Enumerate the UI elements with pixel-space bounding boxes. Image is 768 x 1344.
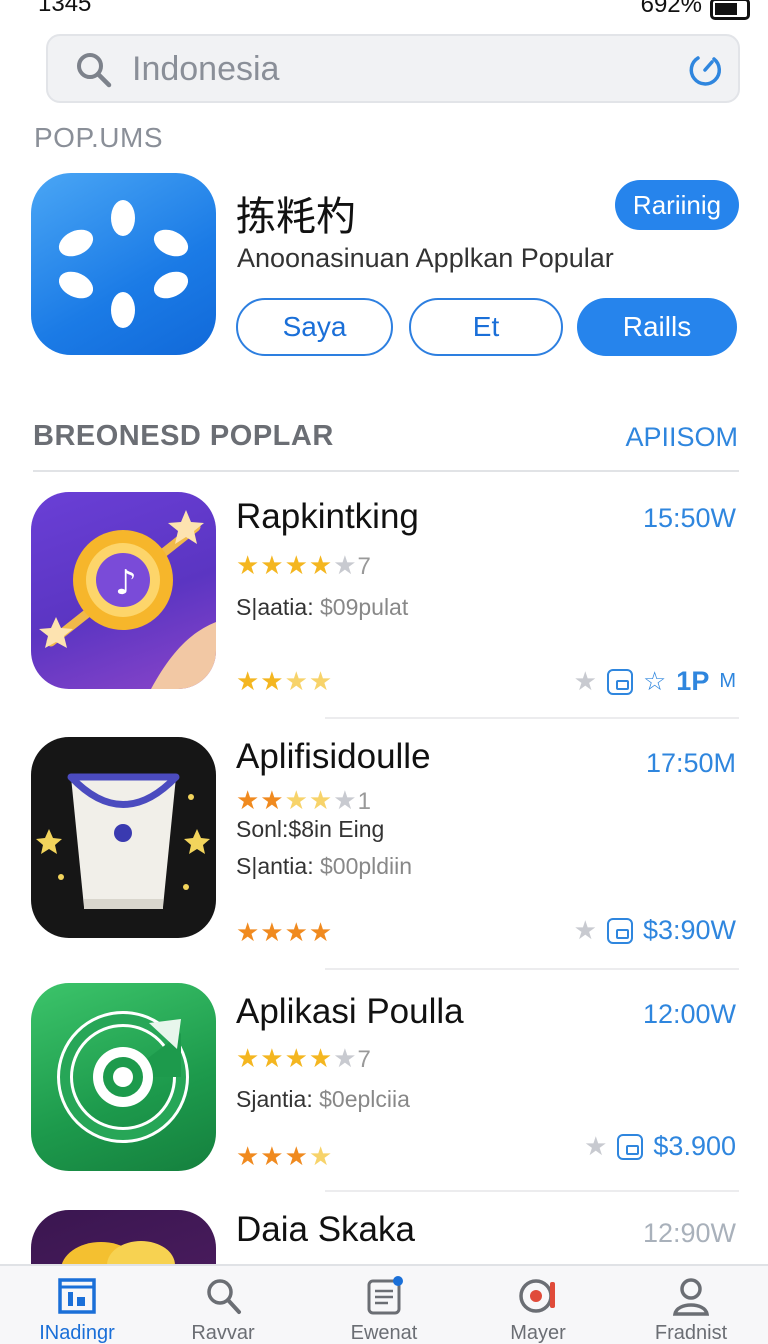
app-icon[interactable]: ♪ bbox=[31, 492, 216, 689]
svg-text:♪: ♪ bbox=[115, 563, 137, 603]
battery-percent: 692% bbox=[640, 0, 702, 18]
sync-icon bbox=[57, 1011, 189, 1143]
tab-label: Ewenat bbox=[350, 1322, 418, 1344]
section-divider bbox=[33, 470, 739, 472]
saya-button[interactable]: Saya bbox=[236, 298, 393, 356]
app-time: 12:00W bbox=[642, 999, 736, 1029]
app-meta: S|antia: $00pldiin bbox=[236, 853, 412, 880]
tab-label: Mayer bbox=[510, 1322, 566, 1344]
action-label[interactable]: 1P bbox=[676, 666, 709, 697]
document-icon bbox=[367, 1276, 403, 1315]
pin-icon[interactable] bbox=[617, 1133, 644, 1160]
meta-label: S|aatia: bbox=[236, 594, 314, 620]
price-label[interactable]: $3:90W bbox=[643, 915, 736, 946]
meta-value: $0eplciia bbox=[319, 1086, 410, 1112]
pin-icon[interactable] bbox=[606, 917, 633, 944]
cup-icon bbox=[36, 773, 210, 909]
row-actions: ★ $3.900 bbox=[584, 1131, 736, 1162]
price-label[interactable]: $3.900 bbox=[653, 1131, 736, 1162]
search-bar[interactable] bbox=[46, 34, 740, 103]
featured-app-title: 拣粍杓 bbox=[236, 194, 356, 240]
star-rating: ★★★★★1 bbox=[236, 785, 371, 815]
tab-bar: INadingr Ravvar Ewenat Mayer Fradnist bbox=[0, 1264, 768, 1344]
search-input[interactable] bbox=[132, 46, 652, 92]
action-suffix: M bbox=[719, 670, 736, 692]
app-name: Aplikasi Poulla bbox=[236, 992, 464, 1031]
meta-label: S|antia: bbox=[236, 853, 314, 879]
app-time: 15:50W bbox=[642, 503, 736, 533]
rating-count: 7 bbox=[357, 553, 371, 580]
meta-value: $00pldiin bbox=[319, 853, 413, 879]
star-rating: ★★★★★7 bbox=[236, 1043, 371, 1073]
meta-value: $09pulat bbox=[319, 594, 409, 620]
app-time: 17:50M bbox=[645, 748, 736, 778]
app-time: 12:90W bbox=[642, 1218, 736, 1248]
ranking-button[interactable]: Rariinig bbox=[615, 180, 739, 230]
et-button[interactable]: Et bbox=[409, 298, 563, 356]
secondary-rating: ★★★★ bbox=[236, 666, 334, 696]
notification-dot bbox=[393, 1276, 403, 1286]
home-icon bbox=[58, 1278, 96, 1314]
refresh-icon[interactable] bbox=[686, 51, 724, 89]
tab-player[interactable]: Mayer bbox=[461, 1266, 615, 1344]
section-label-popular: POP.UMS bbox=[34, 122, 164, 153]
row-actions: ★ $3:90W bbox=[574, 915, 736, 946]
meta-label: Sjantia: bbox=[236, 1086, 313, 1112]
app-icon[interactable] bbox=[31, 737, 216, 938]
row-divider bbox=[325, 1190, 739, 1192]
app-meta-primary: Sonl:$8in Eing bbox=[236, 816, 385, 842]
status-time: 1345 bbox=[38, 0, 92, 17]
magnifier-music-icon: ♪ bbox=[39, 510, 216, 689]
bookmark-star-icon[interactable]: ☆ bbox=[643, 666, 666, 697]
rating-count: 1 bbox=[357, 788, 371, 815]
rails-button[interactable]: Raills bbox=[577, 298, 737, 356]
row-actions: ★ ☆ 1P M bbox=[574, 666, 736, 697]
featured-app-icon[interactable] bbox=[31, 173, 216, 355]
battery-icon bbox=[710, 0, 750, 20]
app-icon[interactable] bbox=[31, 983, 216, 1171]
tab-label: Fradnist bbox=[654, 1322, 728, 1344]
search-icon bbox=[207, 1279, 241, 1314]
tab-events[interactable]: Ewenat bbox=[307, 1266, 461, 1344]
sunburst-icon bbox=[58, 200, 189, 328]
status-right: 692% bbox=[641, 0, 750, 20]
row-divider bbox=[325, 968, 739, 970]
star-rating: ★★★★★7 bbox=[236, 550, 371, 580]
app-name: Daia Skaka bbox=[236, 1210, 415, 1249]
tab-label: Ravvar bbox=[191, 1322, 255, 1344]
featured-app-subtitle: Anoonasinuan Applkan Popular bbox=[237, 243, 614, 273]
favorite-icon[interactable]: ★ bbox=[574, 666, 597, 697]
person-icon bbox=[672, 1278, 710, 1316]
secondary-rating: ★★★★ bbox=[236, 1141, 334, 1171]
app-meta: Sjantia: $0eplciia bbox=[236, 1086, 410, 1113]
favorite-icon[interactable]: ★ bbox=[574, 915, 597, 946]
section-see-all-link[interactable]: APIISOM bbox=[625, 422, 738, 453]
app-name: Aplifisidoulle bbox=[236, 737, 431, 776]
tab-home[interactable]: INadingr bbox=[0, 1266, 154, 1344]
media-icon bbox=[519, 1279, 555, 1313]
secondary-rating: ★★★★ bbox=[236, 917, 334, 947]
tab-label: INadingr bbox=[39, 1322, 115, 1344]
status-bar: 1345 692% bbox=[0, 0, 768, 20]
app-meta: S|aatia: $09pulat bbox=[236, 594, 408, 621]
pin-icon[interactable] bbox=[606, 668, 633, 695]
row-divider bbox=[325, 717, 739, 719]
section-header-recommended: BREONESD POPLAR bbox=[33, 420, 334, 452]
favorite-icon[interactable]: ★ bbox=[584, 1131, 607, 1162]
rating-count: 7 bbox=[357, 1046, 371, 1073]
search-icon bbox=[77, 53, 112, 88]
tab-profile[interactable]: Fradnist bbox=[614, 1266, 768, 1344]
tab-search[interactable]: Ravvar bbox=[146, 1266, 300, 1344]
app-name: Rapkintking bbox=[236, 497, 419, 536]
